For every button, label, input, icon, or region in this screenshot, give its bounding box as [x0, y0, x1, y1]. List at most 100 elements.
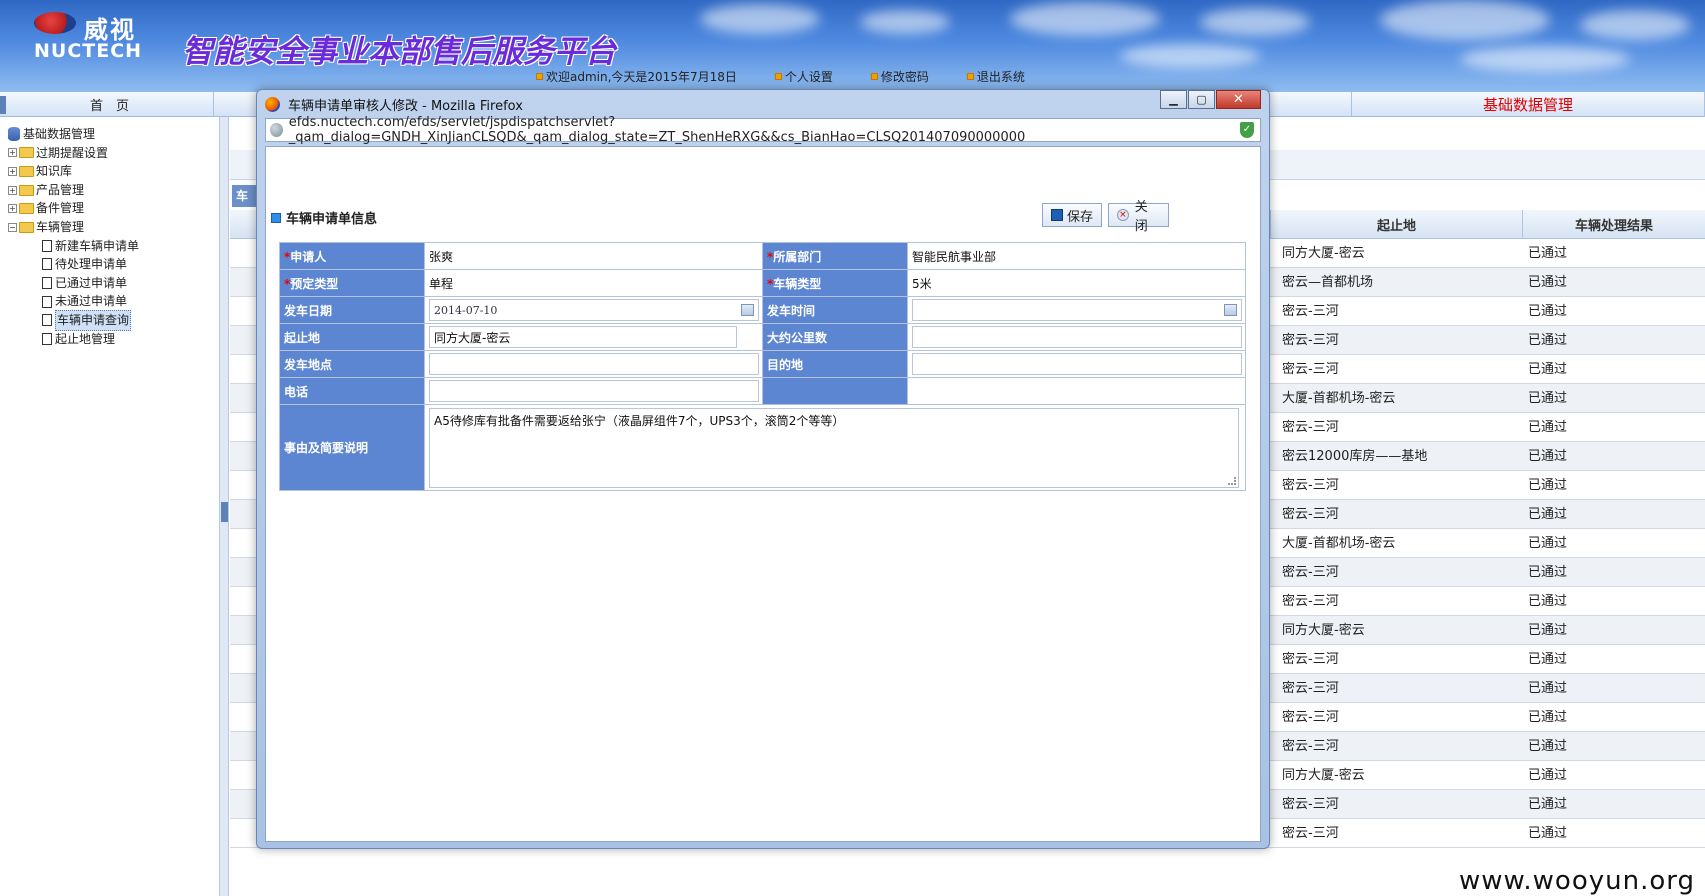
tree-folder-spares[interactable]: + 备件管理 — [8, 199, 139, 218]
tree-item-approved[interactable]: 已通过申请单 — [8, 274, 139, 293]
document-icon — [42, 332, 52, 345]
tree-item-route-management[interactable]: 起止地管理 — [8, 330, 139, 349]
route-cell: 密云-三河 — [1282, 362, 1339, 377]
tree-folder-knowledge[interactable]: + 知识库 — [8, 162, 139, 181]
document-icon — [42, 239, 52, 252]
vehicle-request-form: *申请人 张爽 *所属部门 智能民航事业部 *预定类型 单程 *车辆类型 5米 … — [279, 242, 1246, 491]
result-cell: 已通过 — [1528, 652, 1568, 667]
cloud-decoration — [1120, 44, 1260, 68]
link-label: 退出系统 — [976, 70, 1025, 84]
route-cell: 大厦-首都机场-密云 — [1282, 391, 1396, 406]
save-icon — [1051, 209, 1063, 221]
tree-folder-expiry[interactable]: + 过期提醒设置 — [8, 144, 139, 163]
personal-settings-link[interactable]: 个人设置 — [774, 68, 833, 85]
tab-home[interactable]: 首 页 — [6, 92, 214, 117]
folder-open-icon — [19, 221, 34, 233]
collapse-icon[interactable]: − — [8, 222, 17, 232]
calendar-icon[interactable] — [1224, 304, 1237, 316]
close-label: 关闭 — [1134, 200, 1148, 234]
resize-handle-icon[interactable] — [1228, 476, 1236, 485]
tree-label: 待处理申请单 — [55, 257, 128, 272]
expand-icon[interactable]: + — [8, 166, 17, 176]
depart-place-input[interactable] — [429, 353, 759, 375]
booking-type-label: *预定类型 — [279, 269, 425, 297]
background-tab-label[interactable]: 车辆 — [232, 185, 258, 225]
tree-item-query[interactable]: 车辆申请查询 — [8, 309, 139, 331]
phone-label: 电话 — [279, 377, 425, 405]
expand-icon[interactable]: + — [8, 148, 17, 158]
tree-item-pending[interactable]: 待处理申请单 — [8, 255, 139, 274]
depart-date-input[interactable]: 2014-07-10 — [429, 299, 759, 321]
reason-text: A5待修库有批备件需要返给张宁（液晶屏组件7个，UPS3个，滚筒2个等等） — [434, 413, 845, 428]
booking-type-value: 单程 — [424, 269, 763, 297]
url-bar[interactable]: efds.nuctech.com/efds/servlet/jspdispatc… — [265, 115, 1261, 145]
distance-input[interactable] — [912, 326, 1242, 348]
collapse-left-icon[interactable] — [0, 96, 6, 114]
result-cell: 已通过 — [1528, 449, 1568, 464]
tree-label: 未通过申请单 — [55, 294, 128, 309]
vehicle-type-label: *车辆类型 — [762, 269, 908, 297]
expand-icon[interactable]: + — [8, 185, 17, 195]
logout-link[interactable]: 退出系统 — [966, 68, 1025, 85]
document-icon — [42, 277, 52, 290]
result-cell: 已通过 — [1528, 710, 1568, 725]
window-controls: ▁ ▢ ✕ — [1159, 90, 1261, 109]
result-cell: 已通过 — [1528, 304, 1568, 319]
result-cell: 已通过 — [1528, 826, 1568, 841]
result-cell: 已通过 — [1528, 333, 1568, 348]
expand-icon[interactable]: + — [8, 204, 17, 214]
globe-icon — [270, 123, 283, 137]
route-cell: 密云-三河 — [1282, 681, 1339, 696]
link-label: 个人设置 — [784, 70, 833, 84]
route-cell: 同方大厦-密云 — [1282, 246, 1365, 261]
route-cell: 密云-三河 — [1282, 739, 1339, 754]
route-input[interactable]: 同方大厦-密云 — [429, 326, 737, 348]
column-header-result[interactable]: 车辆处理结果 — [1522, 210, 1705, 239]
tree-item-rejected[interactable]: 未通过申请单 — [8, 292, 139, 311]
phone-input[interactable] — [429, 380, 759, 402]
reason-textarea[interactable]: A5待修库有批备件需要返给张宁（液晶屏组件7个，UPS3个，滚筒2个等等） — [429, 407, 1239, 488]
minimize-button[interactable]: ▁ — [1160, 90, 1187, 109]
tree-label: 车辆管理 — [36, 219, 85, 234]
tree-folder-vehicles[interactable]: − 车辆管理 — [8, 218, 139, 237]
tree-label: 基础数据管理 — [23, 127, 96, 141]
link-label: 修改密码 — [880, 70, 929, 84]
top-nav: 欢迎admin,今天是2015年7月18日 个人设置 修改密码 退出系统 — [536, 68, 1063, 85]
tree-folder-products[interactable]: + 产品管理 — [8, 181, 139, 200]
close-window-button[interactable]: ✕ — [1216, 90, 1261, 109]
tree-label: 产品管理 — [36, 182, 85, 197]
reason-label: 事由及简要说明 — [279, 404, 425, 491]
tab-base-data-management[interactable]: 基础数据管理 — [1352, 92, 1705, 117]
tree-item-new-request[interactable]: 新建车辆申请单 — [8, 237, 139, 256]
tree-root[interactable]: 基础数据管理 — [8, 125, 139, 144]
result-cell: 已通过 — [1528, 246, 1568, 261]
route-cell: 密云12000库房——基地 — [1282, 449, 1428, 464]
save-button[interactable]: 保存 — [1042, 203, 1103, 227]
calendar-icon[interactable] — [741, 304, 754, 316]
result-cell: 已通过 — [1528, 507, 1568, 522]
destination-input[interactable] — [912, 353, 1242, 375]
maximize-button[interactable]: ▢ — [1188, 90, 1215, 109]
route-cell: 密云-三河 — [1282, 420, 1339, 435]
document-icon — [42, 258, 52, 271]
logo-mark-icon — [34, 12, 76, 34]
close-icon: × — [1117, 209, 1129, 221]
shield-icon[interactable]: ✓ — [1240, 122, 1254, 138]
column-header-route[interactable]: 起止地 — [1270, 210, 1522, 239]
window-title-bar[interactable]: 车辆申请单审核人修改 - Mozilla Firefox — [265, 93, 523, 115]
tree-label: 车辆申请查询 — [55, 309, 132, 331]
depart-time-input[interactable] — [912, 299, 1242, 321]
route-cell: 密云—首都机场 — [1282, 275, 1374, 290]
applicant-label: *申请人 — [279, 242, 425, 270]
document-icon — [42, 295, 52, 308]
close-button[interactable]: × 关闭 — [1108, 200, 1169, 234]
tree-label: 备件管理 — [36, 201, 85, 216]
collapse-sidebar-icon[interactable] — [221, 502, 228, 522]
distance-cell — [907, 323, 1246, 351]
section-icon — [271, 212, 281, 223]
welcome-label: 欢迎admin,今天是2015年7月18日 — [546, 70, 737, 84]
depart-time-cell — [907, 296, 1246, 324]
folder-icon — [19, 147, 34, 159]
change-password-link[interactable]: 修改密码 — [870, 68, 929, 85]
empty-label-cell — [762, 377, 908, 405]
